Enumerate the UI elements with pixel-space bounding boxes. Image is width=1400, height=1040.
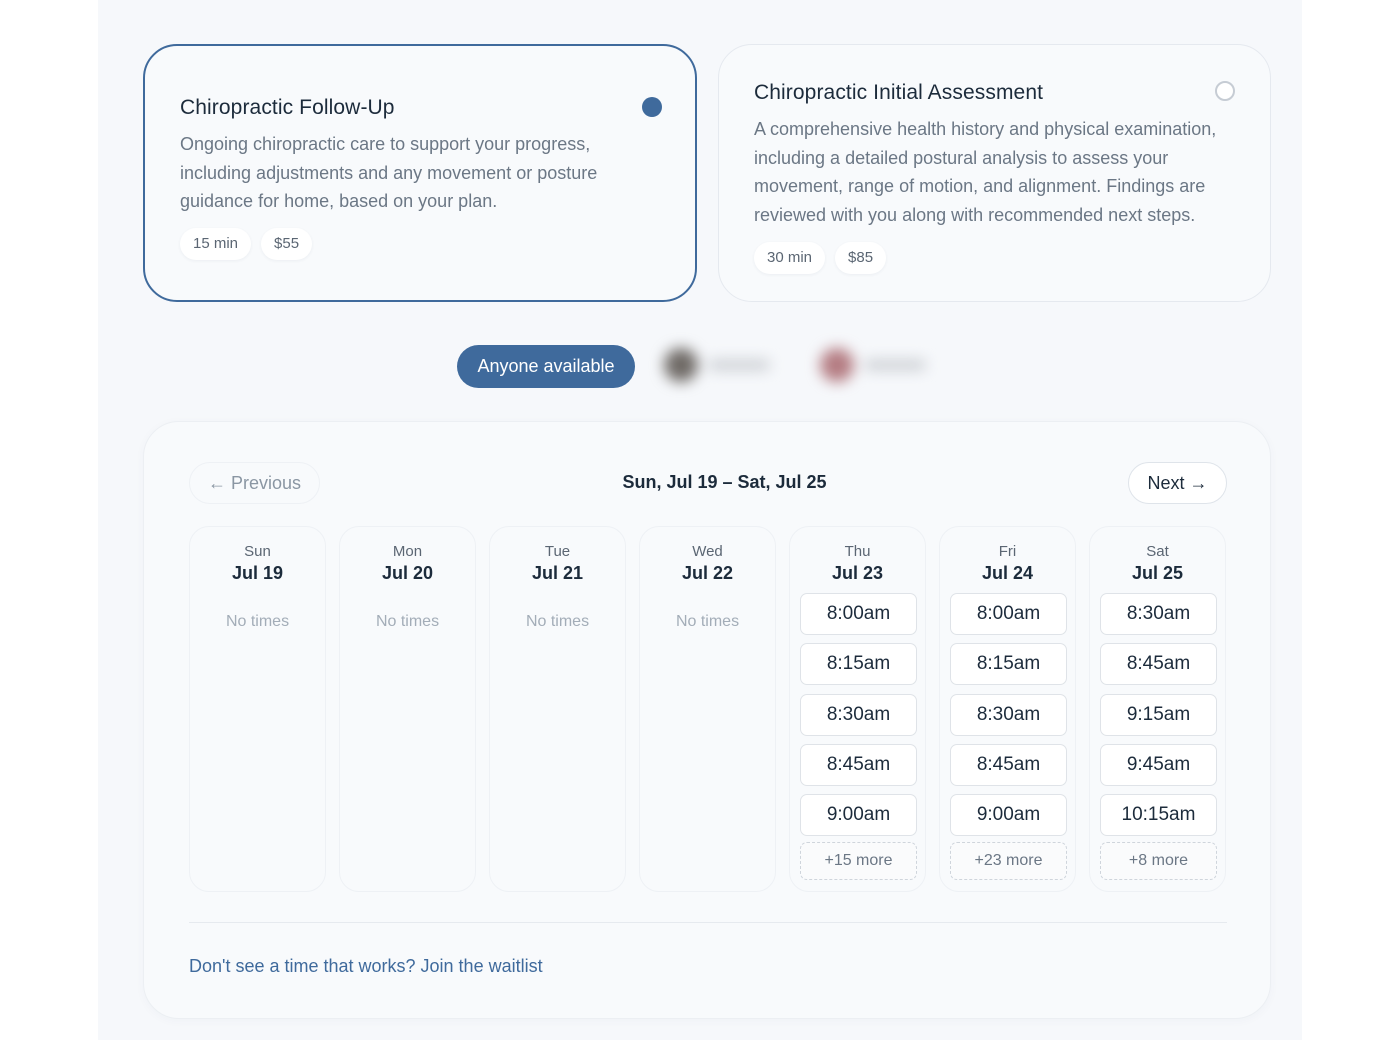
day-column-fri: Fri Jul 24 8:00am 8:15am 8:30am 8:45am 9:00am +… (939, 526, 1076, 892)
staff-option-2[interactable] (812, 338, 952, 390)
day-column-mon: Mon Jul 20 No times (339, 526, 476, 892)
more-times-button[interactable]: +8 more (1100, 841, 1217, 880)
day-name: Tue (544, 543, 571, 560)
divider (189, 922, 1227, 923)
time-slot-button[interactable]: 8:45am (1100, 643, 1217, 686)
no-times-label: No times (375, 613, 440, 630)
join-waitlist-link[interactable]: Don't see a time that works? Join the wa… (189, 956, 543, 977)
service-title: Chiropractic Follow-Up (180, 96, 395, 119)
time-slot-button[interactable]: 8:00am (950, 593, 1067, 635)
service-title: Chiropractic Initial Assessment (754, 81, 1044, 104)
day-column-tue: Tue Jul 21 No times (489, 526, 626, 892)
day-name: Wed (692, 543, 723, 560)
time-slot-button[interactable]: 8:30am (950, 693, 1067, 736)
no-times-label: No times (525, 613, 590, 630)
time-slot-button[interactable]: 8:30am (1100, 593, 1217, 635)
no-times-label: No times (675, 613, 740, 630)
price-badge: $55 (261, 228, 313, 260)
day-date: Jul 25 (1131, 563, 1184, 583)
staff-name-redacted (708, 360, 770, 370)
staff-option-1[interactable] (656, 338, 786, 390)
more-times-button[interactable]: +23 more (950, 841, 1067, 880)
day-column-wed: Wed Jul 22 No times (639, 526, 776, 892)
avatar (820, 348, 854, 382)
service-card-follow-up[interactable]: Chiropractic Follow-Up Ongoing chiroprac… (143, 44, 697, 302)
service-card-initial-assessment[interactable]: Chiropractic Initial Assessment A compre… (718, 44, 1271, 302)
price-badge: $85 (835, 242, 887, 274)
more-times-button[interactable]: +15 more (800, 841, 917, 880)
day-name: Fri (998, 543, 1017, 560)
radio-selected-icon[interactable] (642, 97, 662, 117)
time-slot-button[interactable]: 9:15am (1100, 693, 1217, 736)
time-slot-button[interactable]: 8:15am (800, 643, 917, 686)
day-name: Sun (244, 543, 271, 560)
time-slot-button[interactable]: 9:00am (950, 794, 1067, 837)
time-slot-button[interactable]: 8:00am (800, 593, 917, 635)
time-slot-button[interactable]: 9:45am (1100, 743, 1217, 786)
day-date: Jul 24 (981, 563, 1034, 583)
time-slot-button[interactable]: 8:45am (950, 743, 1067, 786)
time-slot-button[interactable]: 8:30am (800, 693, 917, 736)
time-slot-button[interactable]: 10:15am (1100, 794, 1217, 837)
day-date: Jul 21 (531, 563, 584, 583)
day-date: Jul 22 (681, 563, 734, 583)
calendar-panel: ← Previous Sun, Jul 19 – Sat, Jul 25 Nex… (143, 421, 1271, 1019)
avatar (664, 348, 698, 382)
day-name: Sat (1146, 543, 1169, 560)
day-name: Thu (844, 543, 871, 560)
service-description: Ongoing chiropractic care to support you… (180, 134, 598, 211)
day-column-sun: Sun Jul 19 No times (189, 526, 326, 892)
duration-badge: 30 min (754, 242, 826, 274)
day-date: Jul 20 (381, 563, 434, 583)
day-column-sat: Sat Jul 25 8:30am 8:45am 9:15am 9:45am 10:15am… (1089, 526, 1226, 892)
day-name: Mon (392, 543, 423, 560)
day-date: Jul 23 (831, 563, 884, 583)
duration-badge: 15 min (180, 228, 252, 260)
time-slot-button[interactable]: 8:15am (950, 643, 1067, 686)
time-slot-button[interactable]: 9:00am (800, 794, 917, 837)
service-description: A comprehensive health history and physi… (754, 119, 1217, 225)
day-date: Jul 19 (231, 563, 284, 583)
anyone-available-button[interactable]: Anyone available (457, 345, 635, 388)
next-week-button[interactable]: Next → (1128, 462, 1227, 504)
no-times-label: No times (225, 613, 290, 630)
radio-unselected-icon[interactable] (1215, 81, 1235, 101)
day-column-thu: Thu Jul 23 8:00am 8:15am 8:30am 8:45am 9:00am +… (789, 526, 926, 892)
date-range-title: Sun, Jul 19 – Sat, Jul 25 (622, 472, 827, 492)
time-slot-button[interactable]: 8:45am (800, 743, 917, 786)
staff-name-redacted (864, 360, 926, 370)
